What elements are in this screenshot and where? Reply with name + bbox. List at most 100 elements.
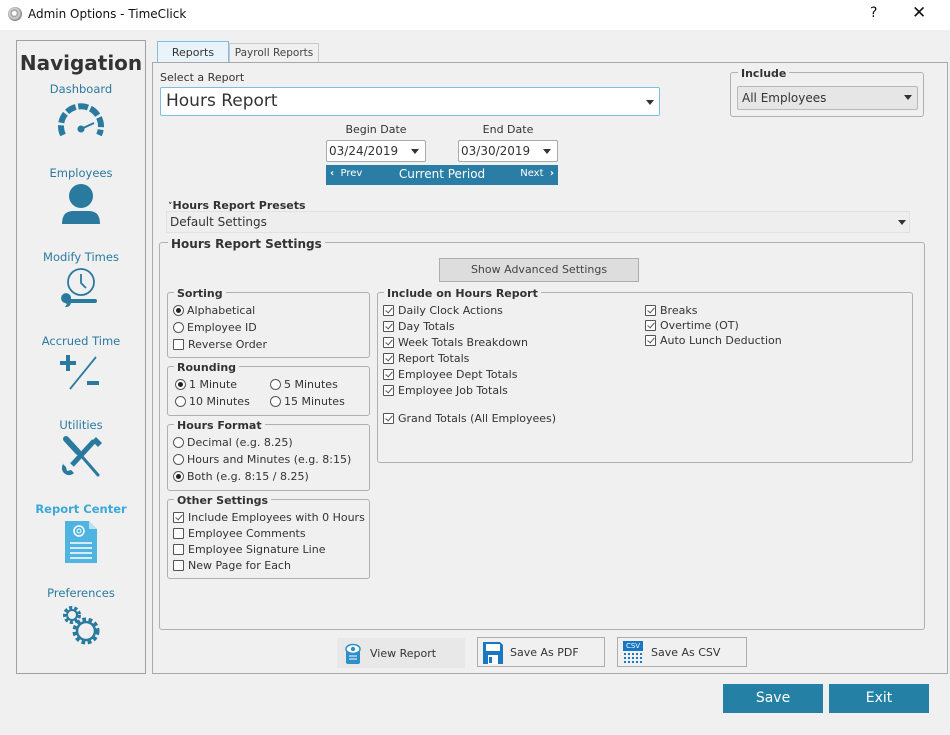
job-totals-checkbox[interactable]: Employee Job Totals bbox=[383, 384, 508, 397]
rounding-5-minutes-radio[interactable]: 5 Minutes bbox=[270, 378, 338, 391]
option-label: Both (e.g. 8:15 / 8.25) bbox=[187, 470, 309, 483]
report-select[interactable]: Hours Report bbox=[160, 87, 660, 116]
tab-payroll-reports[interactable]: Payroll Reports bbox=[229, 43, 319, 63]
option-label: Day Totals bbox=[398, 320, 455, 333]
prev-period-button[interactable]: ‹ Prev bbox=[330, 168, 362, 179]
daily-clock-actions-checkbox[interactable]: Daily Clock Actions bbox=[383, 304, 503, 317]
checkbox-checked-icon bbox=[645, 320, 656, 331]
format-hours-minutes-radio[interactable]: Hours and Minutes (e.g. 8:15) bbox=[173, 453, 351, 466]
sorting-alphabetical-radio[interactable]: Alphabetical bbox=[173, 304, 255, 317]
dept-totals-checkbox[interactable]: Employee Dept Totals bbox=[383, 368, 517, 381]
rounding-15-minutes-radio[interactable]: 15 Minutes bbox=[270, 395, 345, 408]
help-button[interactable]: ? bbox=[870, 5, 877, 21]
close-button[interactable]: ✕ bbox=[912, 3, 926, 23]
speedometer-icon bbox=[58, 103, 104, 137]
navigation-panel: Navigation Dashboard Employees Modify Ti… bbox=[16, 40, 146, 674]
nav-item-dashboard[interactable]: Dashboard bbox=[17, 82, 145, 139]
option-label: Include Employees with 0 Hours bbox=[188, 511, 365, 524]
breaks-checkbox[interactable]: Breaks bbox=[645, 304, 697, 317]
nav-item-label: Dashboard bbox=[49, 82, 113, 96]
select-report-label: Select a Report bbox=[160, 71, 245, 84]
next-period-button[interactable]: Next › bbox=[520, 168, 554, 179]
nav-item-employees[interactable]: Employees bbox=[17, 166, 145, 225]
csv-icon-row bbox=[624, 661, 642, 663]
chevron-down-icon bbox=[646, 100, 654, 105]
week-totals-checkbox[interactable]: Week Totals Breakdown bbox=[383, 336, 528, 349]
overtime-checkbox[interactable]: Overtime (OT) bbox=[645, 319, 739, 332]
radio-icon bbox=[270, 396, 281, 407]
chevron-down-icon bbox=[904, 95, 912, 100]
include-select[interactable]: All Employees bbox=[737, 86, 918, 110]
radio-selected-icon bbox=[173, 305, 184, 316]
format-both-radio[interactable]: Both (e.g. 8:15 / 8.25) bbox=[173, 470, 309, 483]
presets-select[interactable]: Default Settings bbox=[166, 211, 910, 233]
nav-item-modify-times[interactable]: Modify Times bbox=[17, 250, 145, 311]
option-label: Employee Signature Line bbox=[188, 543, 326, 556]
rounding-10-minutes-radio[interactable]: 10 Minutes bbox=[175, 395, 250, 408]
nav-item-report-center[interactable]: Report Center bbox=[17, 502, 145, 565]
checkbox-checked-icon bbox=[383, 337, 394, 348]
signature-line-checkbox[interactable]: Employee Signature Line bbox=[173, 543, 325, 556]
floppy-disk-icon bbox=[483, 642, 503, 664]
nav-item-label: Report Center bbox=[35, 502, 127, 516]
day-totals-checkbox[interactable]: Day Totals bbox=[383, 320, 455, 333]
nav-item-label: Preferences bbox=[47, 586, 115, 600]
option-label: Daily Clock Actions bbox=[398, 304, 503, 317]
reverse-order-checkbox[interactable]: Reverse Order bbox=[173, 338, 267, 351]
chevron-right-icon: › bbox=[549, 168, 554, 179]
end-date-label: End Date bbox=[482, 123, 534, 136]
checkbox-icon bbox=[173, 544, 184, 555]
checkbox-checked-icon bbox=[383, 385, 394, 396]
nav-item-label: Modify Times bbox=[43, 250, 119, 264]
checkbox-checked-icon bbox=[383, 413, 394, 424]
report-totals-checkbox[interactable]: Report Totals bbox=[383, 352, 469, 365]
include-select-value: All Employees bbox=[742, 91, 827, 105]
sorting-employee-id-radio[interactable]: Employee ID bbox=[173, 321, 257, 334]
show-advanced-settings-button[interactable]: Show Advanced Settings bbox=[439, 258, 639, 282]
save-as-pdf-button[interactable]: Save As PDF bbox=[477, 637, 605, 667]
checkbox-checked-icon bbox=[383, 353, 394, 364]
nav-item-preferences[interactable]: Preferences bbox=[17, 586, 145, 647]
employee-comments-checkbox[interactable]: Employee Comments bbox=[173, 527, 306, 540]
chevron-down-icon bbox=[898, 220, 906, 225]
view-report-button[interactable]: View Report bbox=[337, 638, 465, 668]
csv-icon: CSV bbox=[623, 641, 643, 663]
nav-item-label: Utilities bbox=[59, 418, 103, 432]
option-label: Alphabetical bbox=[187, 304, 256, 317]
new-page-checkbox[interactable]: New Page for Each bbox=[173, 559, 291, 572]
option-label: Hours and Minutes (e.g. 8:15) bbox=[187, 453, 352, 466]
grand-totals-checkbox[interactable]: Grand Totals (All Employees) bbox=[383, 412, 556, 425]
rounding-legend: Rounding bbox=[174, 361, 240, 374]
option-label: Report Totals bbox=[398, 352, 470, 365]
report-select-value: Hours Report bbox=[166, 91, 278, 111]
save-as-csv-button[interactable]: CSV Save As CSV bbox=[617, 637, 747, 667]
auto-lunch-checkbox[interactable]: Auto Lunch Deduction bbox=[645, 334, 782, 347]
include-legend: Include bbox=[738, 67, 790, 80]
option-label: Reverse Order bbox=[188, 338, 267, 351]
chevron-down-icon bbox=[543, 149, 551, 154]
option-label: Employee Job Totals bbox=[398, 384, 508, 397]
rounding-1-minute-radio[interactable]: 1 Minute bbox=[175, 378, 237, 391]
save-button[interactable]: Save bbox=[723, 684, 823, 713]
person-icon bbox=[62, 184, 100, 224]
checkbox-checked-icon bbox=[383, 369, 394, 380]
csv-icon-label: CSV bbox=[623, 641, 643, 651]
begin-date-picker[interactable]: 03/24/2019 bbox=[326, 140, 426, 162]
prev-label: Prev bbox=[340, 168, 363, 179]
option-label: Employee Comments bbox=[188, 527, 306, 540]
nav-item-accrued-time[interactable]: Accrued Time bbox=[17, 334, 145, 391]
hours-format-legend: Hours Format bbox=[174, 419, 265, 432]
tab-reports[interactable]: Reports bbox=[157, 41, 229, 63]
end-date-picker[interactable]: 03/30/2019 bbox=[458, 140, 558, 162]
gears-icon bbox=[63, 606, 100, 645]
report-document-icon bbox=[65, 521, 97, 563]
save-as-csv-label: Save As CSV bbox=[651, 646, 721, 659]
checkbox-checked-icon bbox=[645, 335, 656, 346]
include-zero-hours-checkbox[interactable]: Include Employees with 0 Hours bbox=[173, 511, 365, 524]
format-decimal-radio[interactable]: Decimal (e.g. 8.25) bbox=[173, 436, 293, 449]
period-navigator: ‹ Prev Current Period Next › bbox=[326, 165, 558, 185]
checkbox-checked-icon bbox=[645, 305, 656, 316]
option-label: 15 Minutes bbox=[284, 395, 345, 408]
nav-item-utilities[interactable]: Utilities bbox=[17, 418, 145, 479]
exit-button[interactable]: Exit bbox=[829, 684, 929, 713]
